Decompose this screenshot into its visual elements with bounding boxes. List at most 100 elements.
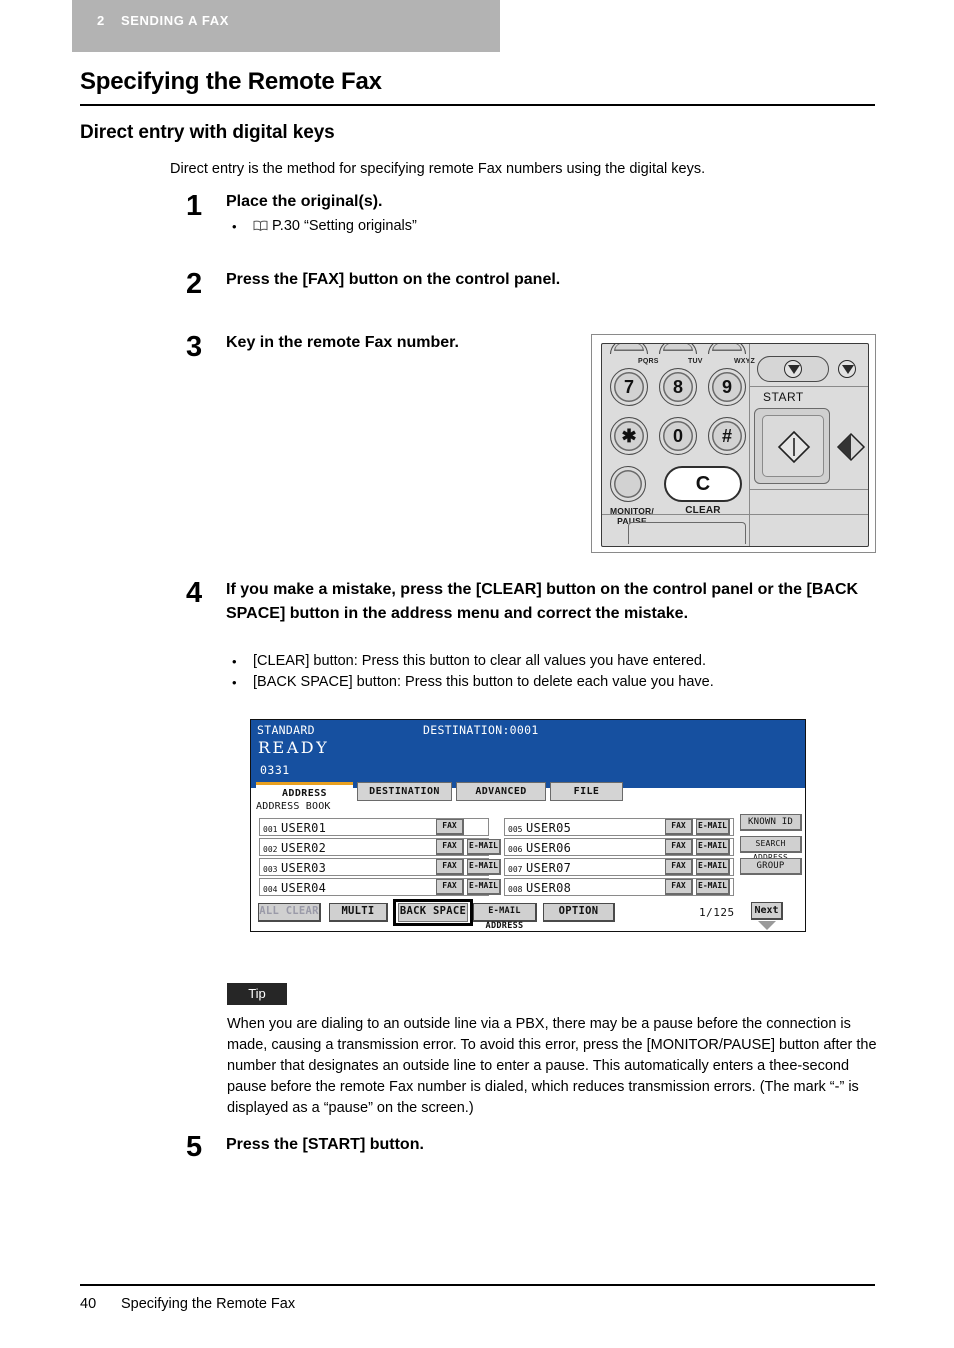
entry-fax-button[interactable]: FAX <box>436 859 464 875</box>
tab-advanced[interactable]: ADVANCED <box>456 782 546 801</box>
entry-name: USER01 <box>281 821 327 835</box>
keypad-key-7[interactable]: 7 <box>610 368 648 406</box>
entry-fax-button[interactable]: FAX <box>665 859 693 875</box>
lcd-status-label: READY <box>258 738 330 757</box>
entry-index: 006 <box>508 845 523 854</box>
fax-lcd-screen: STANDARD DESTINATION:0001 READY 0331 ADD… <box>250 719 806 932</box>
entry-email-button[interactable]: E-MAIL <box>467 879 501 895</box>
lcd-entered-number: 0331 <box>260 763 290 777</box>
list-item: [BACK SPACE] button: Press this button t… <box>227 672 887 693</box>
keypad-key-asterisk[interactable]: ✱ <box>610 417 648 455</box>
keypad-key-9[interactable]: 9 <box>708 368 746 406</box>
step-number-5: 5 <box>186 1131 203 1163</box>
step-heading-2: Press the [FAX] button on the control pa… <box>226 271 561 288</box>
panel-notch <box>628 522 746 544</box>
step-heading-5: Press the [START] button. <box>226 1136 424 1153</box>
entry-email-button[interactable]: E-MAIL <box>467 859 501 875</box>
option-button[interactable]: OPTION <box>543 903 615 922</box>
keypad-letters-pqrs: PQRS <box>638 358 659 365</box>
entry-fax-button[interactable]: FAX <box>665 819 693 835</box>
entry-fax-button[interactable]: FAX <box>665 879 693 895</box>
entry-email-button[interactable]: E-MAIL <box>696 859 730 875</box>
start-button[interactable] <box>754 408 830 484</box>
tab-file[interactable]: FILE <box>550 782 623 801</box>
group-button[interactable]: GROUP <box>740 858 802 875</box>
entry-email-button[interactable]: E-MAIL <box>467 839 501 855</box>
entry-email-button[interactable]: E-MAIL <box>696 819 730 835</box>
keypad-letters-wxyz: WXYZ <box>734 358 756 365</box>
keypad-key-8[interactable]: 8 <box>659 368 697 406</box>
page-counter: 1/125 <box>699 906 735 919</box>
entry-name: USER06 <box>526 841 572 855</box>
clear-button-note: [CLEAR] button: Press this button to cle… <box>253 653 706 669</box>
start-indicator-icon <box>836 432 866 462</box>
control-panel-figure: PQRS TUV WXYZ 7 8 9 ✱ 0 # C MONITOR/ PAU… <box>591 334 876 553</box>
section-heading: Direct entry with digital keys <box>80 122 335 143</box>
entry-index: 004 <box>263 885 278 894</box>
entry-email-button[interactable]: E-MAIL <box>696 839 730 855</box>
entry-name: USER05 <box>526 821 572 835</box>
keypad-key-cut-left <box>610 344 648 354</box>
keypad-key-cut-right <box>708 344 746 354</box>
panel-horizontal-divider-3 <box>602 514 868 516</box>
tab-destination[interactable]: DESTINATION <box>357 782 452 801</box>
step-heading-4: If you make a mistake, press the [CLEAR]… <box>226 581 859 622</box>
all-clear-button[interactable]: ALL CLEAR <box>258 903 321 922</box>
keypad-key-0[interactable]: 0 <box>659 417 697 455</box>
step-bullets-1: P.30 “Setting originals” <box>227 216 867 237</box>
start-label: START <box>763 390 804 404</box>
entry-index: 001 <box>263 825 278 834</box>
multi-button[interactable]: MULTI <box>329 903 388 922</box>
keypad-key-cut-middle <box>659 344 697 354</box>
step-heading-1: Place the original(s). <box>226 193 383 210</box>
book-icon <box>253 217 268 231</box>
email-address-button[interactable]: E-MAIL ADDRESS <box>473 903 537 931</box>
entry-fax-button[interactable]: FAX <box>436 839 464 855</box>
chapter-number: 2 <box>97 13 105 28</box>
lcd-tab-bar: ADDRESS DESTINATION ADVANCED FILE <box>251 782 805 802</box>
entry-fax-button[interactable]: FAX <box>436 879 464 895</box>
next-button[interactable]: Next <box>751 902 783 920</box>
clear-button[interactable]: C <box>664 466 742 502</box>
page-number: 40 <box>80 1296 97 1312</box>
cross-reference-label[interactable]: P.30 “Setting originals” <box>272 218 417 234</box>
step-bullets-4: [CLEAR] button: Press this button to cle… <box>227 651 887 693</box>
footer-title: Specifying the Remote Fax <box>121 1296 296 1312</box>
entry-email-button[interactable]: E-MAIL <box>696 879 730 895</box>
keypad-key-hash[interactable]: # <box>708 417 746 455</box>
panel-horizontal-divider-1 <box>749 386 868 388</box>
entry-name: USER03 <box>281 861 327 875</box>
list-item: [CLEAR] button: Press this button to cle… <box>227 651 887 672</box>
tip-text: When you are dialing to an outside line … <box>227 1016 877 1116</box>
chapter-title: SENDING A FAX <box>121 13 229 28</box>
monitor-pause-button[interactable] <box>610 466 646 502</box>
step-number-1: 1 <box>186 190 203 222</box>
tab-address[interactable]: ADDRESS <box>256 782 353 801</box>
intro-paragraph: Direct entry is the method for specifyin… <box>170 161 706 177</box>
back-space-button[interactable]: BACK SPACE <box>398 903 468 922</box>
lcd-mode-label: STANDARD <box>257 723 315 737</box>
known-id-button[interactable]: KNOWN ID <box>740 814 802 831</box>
search-address-button[interactable]: SEARCH ADDRESS <box>740 836 802 862</box>
chapter-banner: 2 SENDING A FAX <box>72 0 500 52</box>
page-title: Specifying the Remote Fax <box>80 68 382 95</box>
panel-horizontal-divider-2 <box>749 489 868 491</box>
lcd-destination-label: DESTINATION:0001 <box>423 723 539 737</box>
keypad-letters-tuv: TUV <box>688 358 703 365</box>
step-heading-3: Key in the remote Fax number. <box>226 334 459 351</box>
entry-name: USER08 <box>526 881 572 895</box>
control-panel-body: PQRS TUV WXYZ 7 8 9 ✱ 0 # C MONITOR/ PAU… <box>601 343 869 547</box>
stop-icon <box>784 360 802 378</box>
entry-index: 007 <box>508 865 523 874</box>
entry-index: 008 <box>508 885 523 894</box>
lcd-header: STANDARD DESTINATION:0001 READY 0331 <box>251 720 805 788</box>
address-book-label: ADDRESS BOOK <box>256 801 331 812</box>
footer-divider <box>80 1284 875 1286</box>
stop-indicator-icon <box>838 360 856 378</box>
entry-fax-button[interactable]: FAX <box>436 819 464 835</box>
start-button-inner <box>762 415 824 477</box>
entry-fax-button[interactable]: FAX <box>665 839 693 855</box>
back-space-button-note: [BACK SPACE] button: Press this button t… <box>253 674 714 690</box>
tip-badge: Tip <box>227 983 287 1005</box>
lcd-content: ADDRESS BOOK 001 USER01 FAX 002 USER02 F… <box>251 801 805 931</box>
